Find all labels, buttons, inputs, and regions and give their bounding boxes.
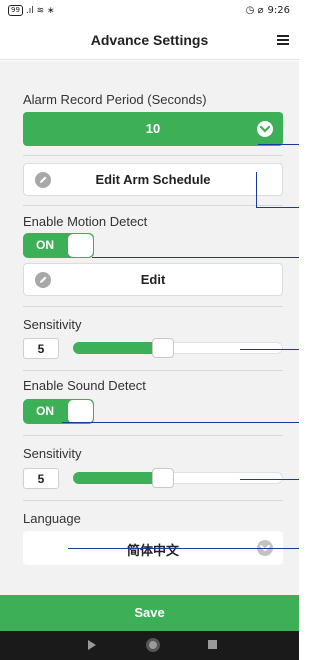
language-value: 简体中文	[126, 544, 179, 559]
slider-fill	[73, 472, 163, 484]
sound-sensitivity-value: 5	[37, 472, 45, 486]
enable-sound-detect-label: Enable Sound Detect	[23, 378, 146, 393]
status-bar: 99 .ıl ≋ ∗ ◷ ⌀ 9:26	[0, 0, 299, 22]
status-time: 9:26	[267, 5, 290, 16]
motion-sensitivity-value: 5	[37, 342, 45, 356]
edit-motion-button[interactable]: Edit	[23, 263, 283, 296]
edit-arm-schedule-label: Edit Arm Schedule	[95, 172, 211, 187]
settings-content[interactable]: Alarm Record Period (Seconds) 10 Edit Ar…	[0, 61, 299, 595]
divider	[23, 370, 283, 371]
motion-detect-toggle[interactable]: ON	[23, 233, 94, 258]
language-select[interactable]: 简体中文	[23, 531, 283, 565]
motion-sensitivity-value-box: 5	[23, 338, 59, 359]
page-title: Advance Settings	[90, 32, 209, 48]
divider	[23, 306, 283, 307]
home-icon[interactable]	[146, 638, 160, 652]
signal-wifi-bluetooth-icons: .ıl ≋ ∗	[25, 5, 55, 16]
alarm-record-period-select[interactable]: 10	[23, 112, 283, 146]
save-label: Save	[134, 605, 165, 620]
edit-arm-schedule-button[interactable]: Edit Arm Schedule	[23, 163, 283, 196]
divider	[23, 205, 283, 206]
back-icon[interactable]	[88, 640, 96, 650]
chevron-down-icon	[257, 540, 273, 556]
enable-motion-detect-label: Enable Motion Detect	[23, 214, 148, 229]
slider-fill	[73, 342, 163, 354]
hamburger-menu-icon[interactable]	[277, 35, 289, 47]
slider-thumb[interactable]	[152, 338, 174, 358]
sound-detect-toggle[interactable]: ON	[23, 399, 94, 424]
divider	[23, 435, 283, 436]
slider-thumb[interactable]	[152, 468, 174, 488]
save-button[interactable]: Save	[0, 595, 299, 631]
edit-motion-label: Edit	[140, 272, 166, 287]
toggle-knob	[68, 234, 93, 257]
sound-sensitivity-slider[interactable]	[73, 468, 283, 488]
motion-sensitivity-slider[interactable]	[73, 338, 283, 358]
toggle-knob	[68, 400, 93, 423]
alarm-record-period-value: 10	[145, 121, 161, 136]
battery-saver-icon: 99	[8, 5, 23, 16]
alarm-record-period-label: Alarm Record Period (Seconds)	[23, 92, 207, 107]
toggle-on-text: ON	[36, 404, 54, 418]
language-label: Language	[23, 511, 81, 526]
divider	[23, 155, 283, 156]
system-nav-bar	[0, 631, 299, 660]
recent-apps-icon[interactable]	[208, 640, 217, 649]
alarm-icons: ◷ ⌀	[245, 5, 264, 16]
sound-sensitivity-value-box: 5	[23, 468, 59, 489]
toggle-on-text: ON	[36, 238, 54, 252]
divider	[23, 500, 283, 501]
app-header: Advance Settings	[0, 22, 299, 60]
sound-sensitivity-label: Sensitivity	[23, 446, 82, 461]
motion-sensitivity-label: Sensitivity	[23, 317, 82, 332]
chevron-down-icon	[257, 121, 273, 137]
